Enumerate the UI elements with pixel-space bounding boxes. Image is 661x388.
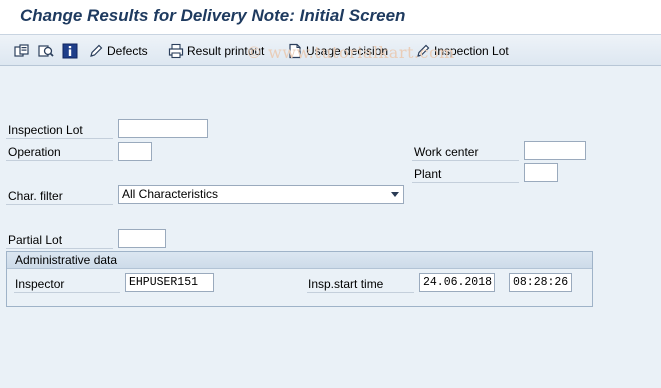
usage-decision-label: Usage decision — [306, 44, 389, 58]
insp-start-time-label: Insp.start time — [307, 276, 414, 293]
partial-lot-label: Partial Lot — [6, 232, 113, 249]
result-printout-label: Result printout — [187, 44, 265, 58]
inspector-field[interactable]: EHPUSER151 — [125, 273, 214, 292]
group-header: Administrative data — [7, 252, 592, 269]
application-toolbar: Defects Result printout Usage decision I… — [0, 34, 661, 66]
group-title: Administrative data — [15, 253, 118, 267]
defects-button[interactable]: Defects — [88, 42, 148, 60]
operation-label: Operation — [6, 144, 113, 161]
char-filter-dropdown[interactable]: All Characteristics — [118, 185, 404, 204]
pencil-icon — [415, 43, 431, 59]
char-filter-label: Char. filter — [6, 188, 113, 205]
operation-input[interactable] — [118, 142, 152, 161]
inspection-lot-button[interactable]: Inspection Lot — [415, 42, 509, 60]
info-button[interactable] — [62, 42, 81, 60]
pencil-icon — [88, 43, 104, 59]
inspection-lot-label: Inspection Lot — [6, 122, 113, 139]
title-bar: Change Results for Delivery Note: Initia… — [0, 0, 661, 34]
insp-start-date-field[interactable]: 24.06.2018 — [419, 273, 495, 292]
display-button[interactable] — [38, 42, 57, 60]
work-center-label: Work center — [412, 144, 519, 161]
work-center-input[interactable] — [524, 141, 586, 160]
char-filter-value: All Characteristics — [122, 187, 219, 201]
partial-lot-input[interactable] — [118, 229, 166, 248]
inspection-lot-input[interactable] — [118, 119, 208, 138]
selection-screen — [0, 66, 661, 388]
inspection-lot-toolbar-label: Inspection Lot — [434, 44, 509, 58]
inspector-label: Inspector — [14, 276, 120, 293]
page-title: Change Results for Delivery Note: Initia… — [20, 6, 406, 25]
plant-label: Plant — [412, 166, 519, 183]
plant-input[interactable] — [524, 163, 558, 182]
info-icon — [62, 43, 78, 59]
result-printout-button[interactable]: Result printout — [168, 42, 264, 60]
chevron-down-icon — [391, 192, 399, 197]
document-icon — [287, 43, 303, 59]
display-icon — [38, 43, 54, 59]
copy-button[interactable] — [14, 42, 33, 60]
printer-icon — [168, 43, 184, 59]
defects-label: Defects — [107, 44, 148, 58]
copy-icon — [14, 43, 30, 59]
usage-decision-button[interactable]: Usage decision — [287, 42, 388, 60]
insp-start-time-field[interactable]: 08:28:26 — [509, 273, 572, 292]
